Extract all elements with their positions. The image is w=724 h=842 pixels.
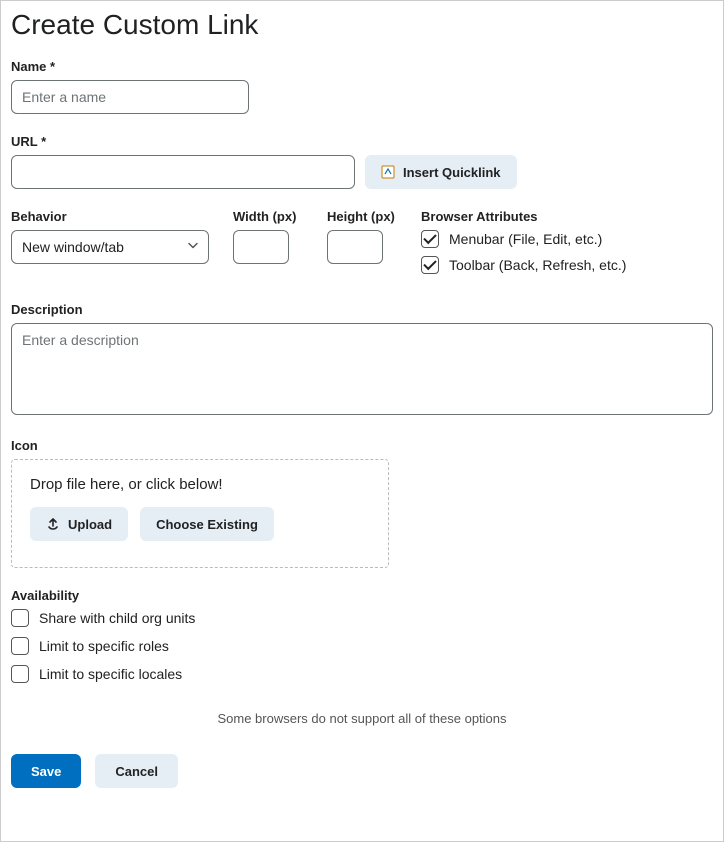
name-label: Name *: [11, 59, 713, 74]
icon-section: Icon Drop file here, or click below! Upl…: [11, 438, 713, 568]
description-textarea[interactable]: [11, 323, 713, 415]
name-section: Name *: [11, 59, 713, 114]
upload-label: Upload: [68, 517, 112, 532]
upload-button[interactable]: Upload: [30, 507, 128, 541]
cancel-button[interactable]: Cancel: [95, 754, 178, 788]
availability-section: Availability Share with child org units …: [11, 588, 713, 683]
behavior-select[interactable]: New window/tab: [11, 230, 209, 264]
menubar-checkbox[interactable]: [421, 230, 439, 248]
quicklink-icon: [381, 165, 395, 179]
limit-roles-checkbox[interactable]: [11, 637, 29, 655]
icon-label: Icon: [11, 438, 713, 453]
height-label: Height (px): [327, 209, 397, 224]
behavior-value: New window/tab: [22, 239, 124, 255]
menubar-label: Menubar (File, Edit, etc.): [449, 231, 602, 247]
share-child-label: Share with child org units: [39, 610, 195, 626]
toolbar-checkbox[interactable]: [421, 256, 439, 274]
width-input[interactable]: [233, 230, 289, 264]
width-label: Width (px): [233, 209, 303, 224]
url-section: URL * Insert Quicklink: [11, 134, 713, 189]
behavior-row: Behavior New window/tab Width (px) Heigh…: [11, 209, 713, 282]
insert-quicklink-button[interactable]: Insert Quicklink: [365, 155, 517, 189]
limit-locales-label: Limit to specific locales: [39, 666, 182, 682]
height-input[interactable]: [327, 230, 383, 264]
save-button[interactable]: Save: [11, 754, 81, 788]
icon-dropzone[interactable]: Drop file here, or click below! Upload C…: [11, 459, 389, 568]
choose-existing-button[interactable]: Choose Existing: [140, 507, 274, 541]
footer-buttons: Save Cancel: [11, 754, 713, 788]
description-section: Description: [11, 302, 713, 418]
browser-support-note: Some browsers do not support all of thes…: [11, 711, 713, 726]
page-title: Create Custom Link: [11, 9, 713, 41]
limit-locales-checkbox[interactable]: [11, 665, 29, 683]
upload-icon: [46, 516, 60, 533]
browser-attributes-label: Browser Attributes: [421, 209, 713, 224]
limit-roles-label: Limit to specific roles: [39, 638, 169, 654]
share-child-checkbox[interactable]: [11, 609, 29, 627]
create-custom-link-form: Create Custom Link Name * URL * Insert Q…: [0, 0, 724, 842]
availability-label: Availability: [11, 588, 713, 603]
description-label: Description: [11, 302, 713, 317]
name-input[interactable]: [11, 80, 249, 114]
url-label: URL *: [11, 134, 713, 149]
choose-existing-label: Choose Existing: [156, 517, 258, 532]
url-input[interactable]: [11, 155, 355, 189]
insert-quicklink-label: Insert Quicklink: [403, 165, 501, 180]
toolbar-label: Toolbar (Back, Refresh, etc.): [449, 257, 626, 273]
behavior-label: Behavior: [11, 209, 209, 224]
icon-drop-text: Drop file here, or click below!: [30, 476, 370, 493]
